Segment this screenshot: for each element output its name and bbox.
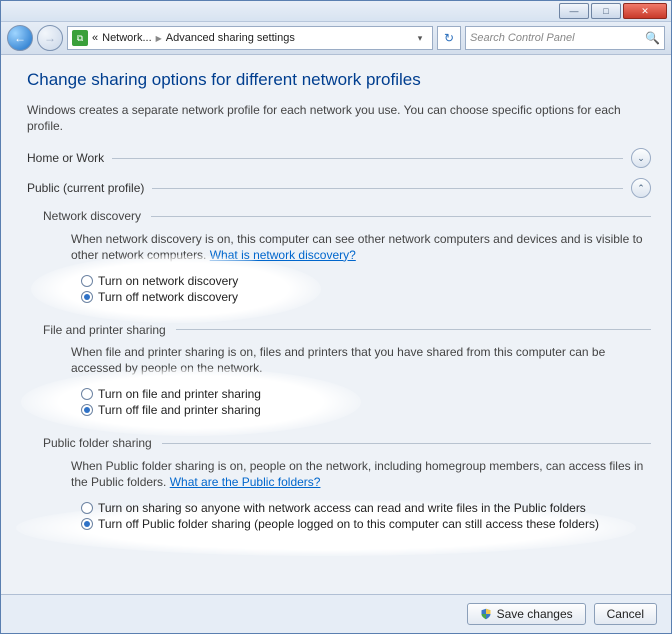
highlight-ellipse <box>31 255 321 323</box>
section-network-discovery-header: Network discovery <box>43 208 651 224</box>
radio-fps-on[interactable]: Turn on file and printer sharing <box>81 387 651 402</box>
control-panel-window: — □ ✕ ← → ⧉ « Network... ▶ Advanced shar… <box>0 0 672 634</box>
forward-button[interactable]: → <box>37 25 63 51</box>
profile-home-header[interactable]: Home or Work ⌄ <box>27 148 651 168</box>
radio-input[interactable] <box>81 388 93 400</box>
radio-input[interactable] <box>81 404 93 416</box>
chevron-right-icon: ▶ <box>156 34 162 43</box>
profile-public-label: Public (current profile) <box>27 180 144 196</box>
radio-input[interactable] <box>81 502 93 514</box>
footer: Save changes Cancel <box>1 594 671 633</box>
radio-input[interactable] <box>81 275 93 287</box>
breadcrumb-prefix: « <box>92 32 98 44</box>
search-placeholder: Search Control Panel <box>470 32 575 44</box>
network-discovery-options: Turn on network discovery Turn off netwo… <box>71 271 651 312</box>
file-printer-options: Turn on file and printer sharing Turn of… <box>71 384 651 425</box>
save-changes-button[interactable]: Save changes <box>467 603 586 625</box>
section-title-text: Public folder sharing <box>43 435 152 451</box>
divider <box>151 216 651 217</box>
back-arrow-icon: ← <box>14 31 26 45</box>
profile-home-label: Home or Work <box>27 150 104 166</box>
radio-pfs-on[interactable]: Turn on sharing so anyone with network a… <box>81 501 651 516</box>
back-button[interactable]: ← <box>7 25 33 51</box>
network-discovery-description: When network discovery is on, this compu… <box>71 231 651 263</box>
public-folder-options: Turn on sharing so anyone with network a… <box>71 498 651 539</box>
section-public-folder-header: Public folder sharing <box>43 435 651 451</box>
maximize-button[interactable]: □ <box>591 3 621 19</box>
divider <box>162 443 651 444</box>
section-title-text: Network discovery <box>43 208 141 224</box>
radio-fps-off[interactable]: Turn off file and printer sharing <box>81 403 651 418</box>
search-icon: 🔍 <box>645 31 660 45</box>
radio-pfs-off[interactable]: Turn off Public folder sharing (people l… <box>81 517 651 532</box>
content-area: Change sharing options for different net… <box>1 55 671 594</box>
titlebar: — □ ✕ <box>1 1 671 22</box>
divider <box>152 188 623 189</box>
breadcrumb[interactable]: ⧉ « Network... ▶ Advanced sharing settin… <box>67 26 433 50</box>
radio-netdisc-off[interactable]: Turn off network discovery <box>81 290 651 305</box>
refresh-button[interactable]: ↻ <box>437 26 461 50</box>
radio-input[interactable] <box>81 291 93 303</box>
radio-netdisc-on[interactable]: Turn on network discovery <box>81 274 651 289</box>
refresh-icon: ↻ <box>444 31 454 45</box>
minimize-button[interactable]: — <box>559 3 589 19</box>
chevron-up-icon: ⌃ <box>631 178 651 198</box>
close-button[interactable]: ✕ <box>623 3 667 19</box>
public-folder-description: When Public folder sharing is on, people… <box>71 458 651 490</box>
page-title: Change sharing options for different net… <box>27 69 651 92</box>
chevron-down-icon: ⌄ <box>631 148 651 168</box>
divider <box>112 158 623 159</box>
profile-public-body: Network discovery When network discovery… <box>27 208 651 539</box>
breadcrumb-dropdown[interactable]: ▾ <box>412 33 428 44</box>
profile-public-header[interactable]: Public (current profile) ⌃ <box>27 178 651 198</box>
highlight-ellipse <box>21 368 361 436</box>
page-intro: Windows creates a separate network profi… <box>27 102 651 134</box>
section-title-text: File and printer sharing <box>43 322 166 338</box>
navbar: ← → ⧉ « Network... ▶ Advanced sharing se… <box>1 22 671 55</box>
search-input[interactable]: Search Control Panel 🔍 <box>465 26 665 50</box>
cancel-button[interactable]: Cancel <box>594 603 657 625</box>
what-is-network-discovery-link[interactable]: What is network discovery? <box>210 248 356 262</box>
what-are-public-folders-link[interactable]: What are the Public folders? <box>170 475 321 489</box>
file-printer-description: When file and printer sharing is on, fil… <box>71 344 651 376</box>
section-file-printer-header: File and printer sharing <box>43 322 651 338</box>
forward-arrow-icon: → <box>44 31 56 45</box>
divider <box>176 329 651 330</box>
radio-input[interactable] <box>81 518 93 530</box>
uac-shield-icon <box>480 608 492 620</box>
network-sharing-icon: ⧉ <box>72 30 88 46</box>
breadcrumb-item-network[interactable]: Network... <box>102 32 152 44</box>
breadcrumb-item-advanced[interactable]: Advanced sharing settings <box>166 32 295 44</box>
